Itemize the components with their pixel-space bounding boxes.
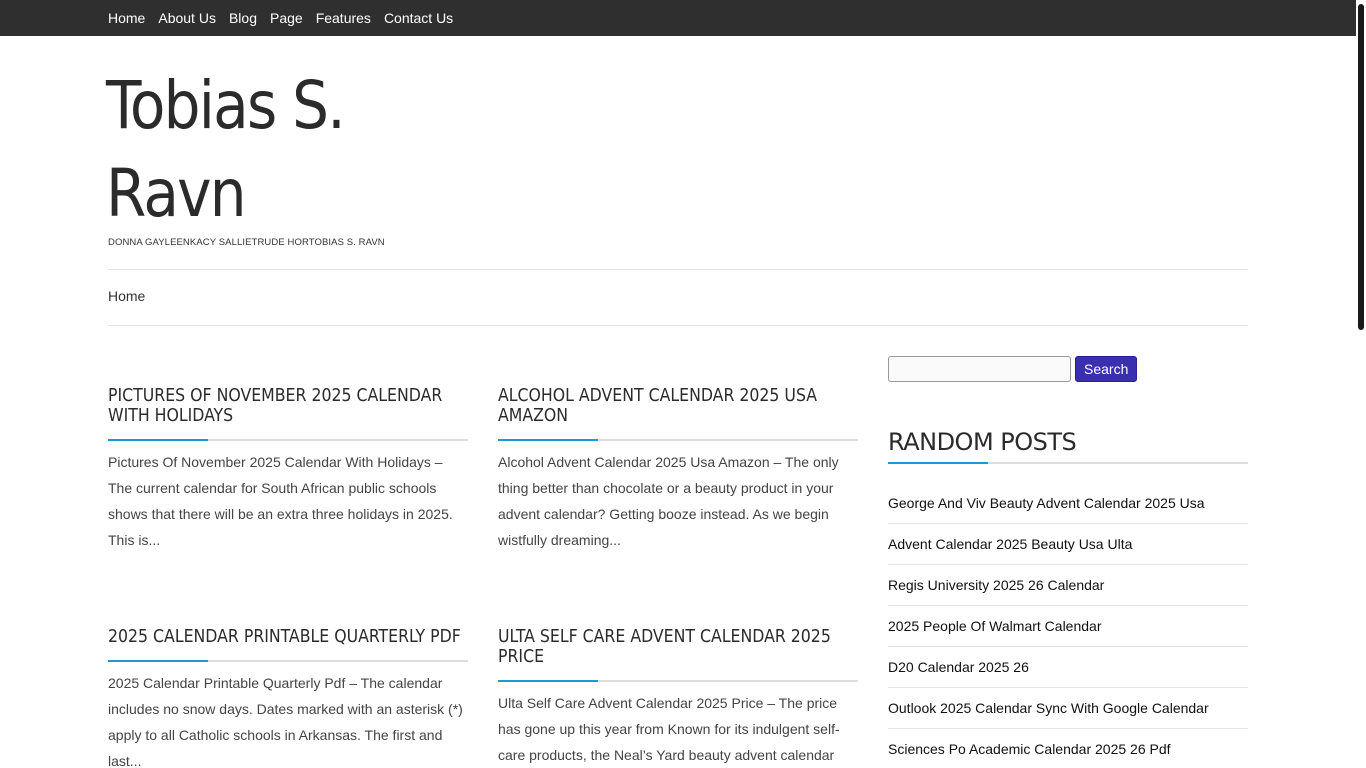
scrollbar-thumb[interactable] — [1358, 4, 1364, 330]
main-nav: Home — [108, 288, 145, 304]
topnav-blog[interactable]: Blog — [229, 0, 257, 36]
list-item: D20 Calendar 2025 26 — [888, 647, 1248, 688]
random-post-link[interactable]: Advent Calendar 2025 Beauty Usa Ulta — [888, 536, 1132, 552]
post-card: PICTURES OF NOVEMBER 2025 CALENDAR WITH … — [108, 386, 468, 553]
random-post-link[interactable]: 2025 People Of Walmart Calendar — [888, 618, 1101, 634]
top-nav: Home About Us Blog Page Features Contact… — [108, 0, 466, 36]
post-card: ALCOHOL ADVENT CALENDAR 2025 USA AMAZON … — [498, 386, 858, 553]
post-excerpt: 2025 Calendar Printable Quarterly Pdf – … — [108, 675, 463, 768]
post-excerpt: Ulta Self Care Advent Calendar 2025 Pric… — [498, 695, 840, 763]
post-card: 2025 CALENDAR PRINTABLE QUARTERLY PDF 20… — [108, 627, 468, 768]
post-excerpt: Pictures Of November 2025 Calendar With … — [108, 454, 453, 548]
post-title-link[interactable]: ALCOHOL ADVENT CALENDAR 2025 USA AMAZON — [498, 386, 817, 426]
list-item: Outlook 2025 Calendar Sync With Google C… — [888, 688, 1248, 729]
header-divider-top — [108, 269, 1248, 270]
list-item: Advent Calendar 2025 Beauty Usa Ulta — [888, 524, 1248, 565]
list-item: Regis University 2025 26 Calendar — [888, 565, 1248, 606]
post-title: ALCOHOL ADVENT CALENDAR 2025 USA AMAZON — [498, 386, 858, 441]
random-posts-list: George And Viv Beauty Advent Calendar 20… — [888, 483, 1248, 768]
list-item: Sciences Po Academic Calendar 2025 26 Pd… — [888, 729, 1248, 768]
topnav-contact-us[interactable]: Contact Us — [384, 0, 453, 36]
list-item: George And Viv Beauty Advent Calendar 20… — [888, 483, 1248, 524]
header-divider-bottom — [108, 325, 1248, 326]
site-title[interactable]: Tobias S. Ravn — [106, 62, 476, 238]
list-item: 2025 People Of Walmart Calendar — [888, 606, 1248, 647]
random-post-link[interactable]: Sciences Po Academic Calendar 2025 26 Pd… — [888, 741, 1171, 757]
post-title: ULTA SELF CARE ADVENT CALENDAR 2025 PRIC… — [498, 627, 858, 682]
post-title-link[interactable]: ULTA SELF CARE ADVENT CALENDAR 2025 PRIC… — [498, 627, 831, 667]
search-button[interactable]: Search — [1075, 356, 1138, 382]
random-post-link[interactable]: Regis University 2025 26 Calendar — [888, 577, 1104, 593]
post-title-link[interactable]: PICTURES OF NOVEMBER 2025 CALENDAR WITH … — [108, 386, 442, 426]
search-form: Search — [888, 356, 1138, 382]
post-card: ULTA SELF CARE ADVENT CALENDAR 2025 PRIC… — [498, 627, 858, 768]
search-input[interactable] — [888, 356, 1071, 382]
topnav-features[interactable]: Features — [316, 0, 371, 36]
topnav-page[interactable]: Page — [270, 0, 303, 36]
random-post-link[interactable]: D20 Calendar 2025 26 — [888, 659, 1029, 675]
topnav-home[interactable]: Home — [108, 0, 145, 36]
random-post-link[interactable]: Outlook 2025 Calendar Sync With Google C… — [888, 700, 1209, 716]
random-post-link[interactable]: George And Viv Beauty Advent Calendar 20… — [888, 495, 1205, 511]
page-scrollbar[interactable] — [1356, 0, 1366, 768]
topnav-about-us[interactable]: About Us — [158, 0, 216, 36]
top-navigation-bar: Home About Us Blog Page Features Contact… — [0, 0, 1356, 36]
mainnav-home[interactable]: Home — [108, 288, 145, 304]
post-excerpt: Alcohol Advent Calendar 2025 Usa Amazon … — [498, 454, 839, 548]
site-tagline: DONNA GAYLEENKACY SALLIETRUDE HORTOBIAS … — [108, 237, 385, 248]
post-title-link[interactable]: 2025 CALENDAR PRINTABLE QUARTERLY PDF — [108, 627, 461, 647]
random-posts-heading: RANDOM POSTS — [888, 428, 1248, 464]
post-title: PICTURES OF NOVEMBER 2025 CALENDAR WITH … — [108, 386, 468, 441]
post-title: 2025 CALENDAR PRINTABLE QUARTERLY PDF — [108, 627, 468, 662]
